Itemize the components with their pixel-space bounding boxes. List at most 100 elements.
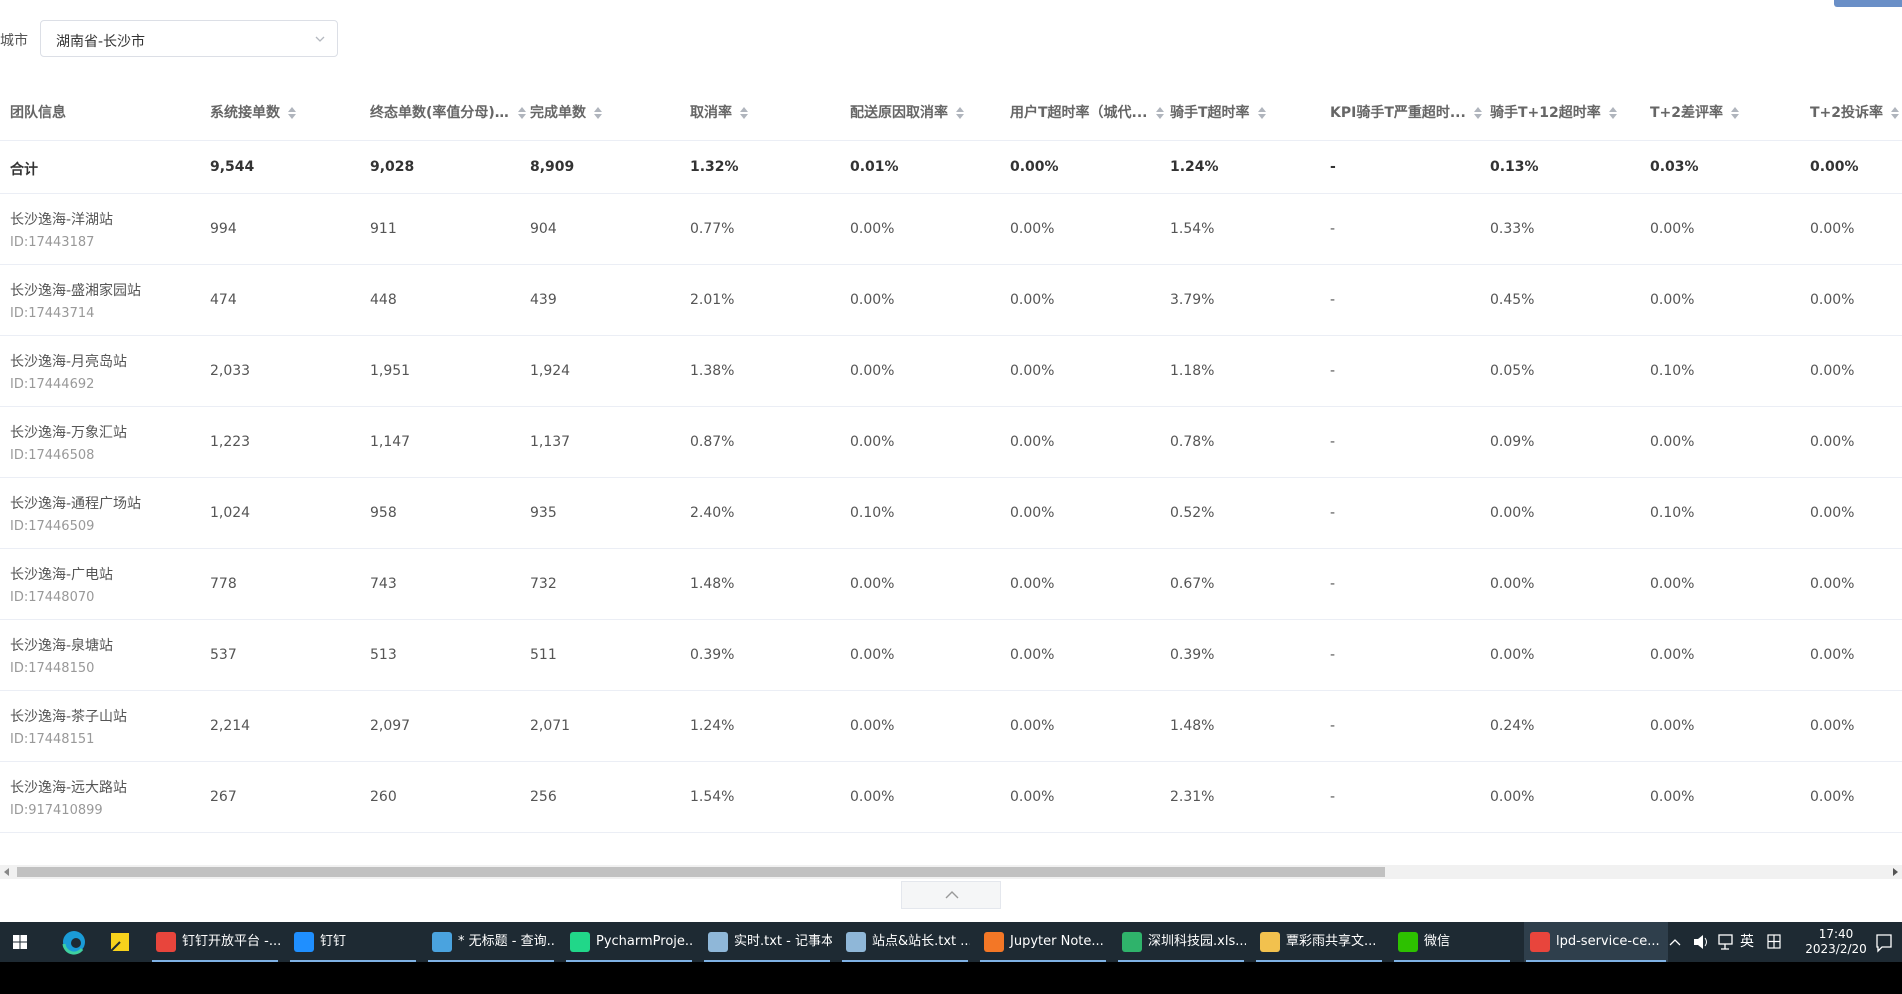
collapse-button[interactable] xyxy=(901,881,1001,909)
table-cell: 0.10% xyxy=(1650,505,1695,521)
table-cell: 0.00% xyxy=(1010,718,1055,734)
table-cell: 0.00% xyxy=(1010,505,1055,521)
horizontal-scrollbar[interactable] xyxy=(0,865,1902,879)
table-cell: 0.39% xyxy=(1170,647,1215,663)
network-icon[interactable] xyxy=(1717,922,1735,962)
table-cell: 0.00% xyxy=(850,434,895,450)
sort-icon[interactable] xyxy=(1257,107,1266,119)
table-cell: 0.00% xyxy=(1650,718,1695,734)
sort-icon[interactable] xyxy=(1608,107,1617,119)
taskbar-app-button[interactable]: lpd-service-ce... xyxy=(1524,922,1668,962)
table-cell: - xyxy=(1330,789,1336,805)
table-cell: 911 xyxy=(370,221,397,237)
table-cell: 1.24% xyxy=(690,718,735,734)
taskbar-app-button[interactable]: 深圳科技园.xls... xyxy=(1116,922,1246,962)
sort-icon[interactable] xyxy=(1891,107,1900,119)
column-header[interactable]: 完成单数 xyxy=(530,86,602,140)
team-name: 长沙逸海-远大路站 xyxy=(10,780,128,796)
city-select[interactable]: 湖南省-长沙市 xyxy=(40,20,338,57)
taskbar-app-button[interactable]: 微信 xyxy=(1392,922,1512,962)
ime-mode-icon[interactable] xyxy=(1766,922,1782,962)
column-header[interactable]: 用户T超时率（城代... xyxy=(1010,86,1164,140)
column-header-label: T+2差评率 xyxy=(1650,105,1724,121)
team-name: 长沙逸海-盛湘家园站 xyxy=(10,283,142,299)
column-header[interactable]: 终态单数(率值分母)... xyxy=(370,86,526,140)
sort-icon[interactable] xyxy=(740,107,748,119)
column-header-label: 骑手T超时率 xyxy=(1170,105,1250,121)
scrollbar-thumb[interactable] xyxy=(17,867,1385,877)
taskbar-app-button[interactable]: * 无标题 - 查询... xyxy=(426,922,556,962)
total-cell: 0.01% xyxy=(850,159,899,175)
table-cell: 0.00% xyxy=(1010,789,1055,805)
column-header[interactable]: 骑手T+12超时率 xyxy=(1490,86,1617,140)
screen-bottom-strip xyxy=(0,962,1902,994)
ime-language-indicator[interactable]: 英 xyxy=(1740,922,1754,962)
table-cell: 2,214 xyxy=(210,718,251,734)
table-cell: 0.00% xyxy=(1650,221,1695,237)
table-cell: 0.00% xyxy=(1010,363,1055,379)
table-cell: 2,097 xyxy=(370,718,411,734)
table-cell: 1.38% xyxy=(690,363,735,379)
sort-icon[interactable] xyxy=(288,107,296,119)
table-cell: 1.54% xyxy=(690,789,735,805)
column-header[interactable]: 取消率 xyxy=(690,86,748,140)
column-header[interactable]: T+2差评率 xyxy=(1650,86,1740,140)
taskbar-app-button[interactable]: PycharmProje... xyxy=(564,922,694,962)
sticky-notes-icon[interactable] xyxy=(100,922,140,962)
tray-chevron-up-icon[interactable] xyxy=(1668,922,1682,962)
column-header[interactable]: 系统接单数 xyxy=(210,86,296,140)
table-cell: 513 xyxy=(370,647,397,663)
table-cell: 0.87% xyxy=(690,434,735,450)
table-cell: 0.00% xyxy=(1810,221,1855,237)
taskbar-app-label: 实时.txt - 记事本 xyxy=(734,934,832,949)
sort-icon[interactable] xyxy=(594,107,602,119)
table-cell: - xyxy=(1330,221,1336,237)
table-cell: 0.00% xyxy=(1010,576,1055,592)
taskbar-app-button[interactable]: 钉钉开放平台 -... xyxy=(150,922,280,962)
table-cell: 0.00% xyxy=(1810,576,1855,592)
table-cell: 0.00% xyxy=(850,647,895,663)
sort-icon[interactable] xyxy=(518,107,526,119)
column-header-label: 完成单数 xyxy=(530,105,586,121)
column-header-label: 骑手T+12超时率 xyxy=(1490,105,1601,121)
column-header[interactable]: KPI骑手T严重超时... xyxy=(1330,86,1482,140)
system-clock[interactable]: 17:40 2023/2/20 xyxy=(1796,927,1876,957)
taskbar-app-button[interactable]: 实时.txt - 记事本 xyxy=(702,922,832,962)
table-cell: 0.00% xyxy=(1810,292,1855,308)
table-cell: 0.00% xyxy=(850,292,895,308)
column-header[interactable]: 配送原因取消率 xyxy=(850,86,964,140)
scroll-right-icon[interactable] xyxy=(1893,868,1898,876)
sort-icon[interactable] xyxy=(956,107,964,119)
chrome-icon xyxy=(156,932,176,952)
taskbar-app-button[interactable]: 覃彩雨共享文... xyxy=(1254,922,1384,962)
notification-icon[interactable] xyxy=(1874,922,1894,962)
spreadsheet-icon xyxy=(1122,932,1142,952)
table-cell: 0.77% xyxy=(690,221,735,237)
table-cell: 2,071 xyxy=(530,718,571,734)
column-header[interactable]: 骑手T超时率 xyxy=(1170,86,1266,140)
table-row: 长沙逸海-泉塘站 ID:17448150 537 513 511 0.39% 0.00% 0.… xyxy=(0,620,1902,691)
chrome-icon xyxy=(1530,932,1550,952)
team-id: ID:17444692 xyxy=(10,377,95,392)
table-cell: 958 xyxy=(370,505,397,521)
column-header-label: 取消率 xyxy=(690,105,732,121)
scroll-left-icon[interactable] xyxy=(4,868,9,876)
sort-icon[interactable] xyxy=(1473,107,1482,119)
team-name: 长沙逸海-茶子山站 xyxy=(10,709,128,725)
table-cell: 0.00% xyxy=(1010,434,1055,450)
sort-icon[interactable] xyxy=(1731,107,1740,119)
table-cell: 0.00% xyxy=(1490,647,1535,663)
volume-icon[interactable] xyxy=(1692,922,1710,962)
taskbar-app-button[interactable]: 站点&站长.txt ... xyxy=(840,922,970,962)
team-id: ID:17448070 xyxy=(10,590,95,605)
top-right-button[interactable] xyxy=(1834,0,1902,7)
windows-start-icon[interactable] xyxy=(0,922,40,962)
table-cell: 0.00% xyxy=(1650,576,1695,592)
team-info-cell: 长沙逸海-月亮岛站 ID:17444692 xyxy=(10,351,127,392)
sort-icon[interactable] xyxy=(1155,107,1164,119)
taskbar-app-label: 覃彩雨共享文... xyxy=(1286,934,1377,949)
taskbar-app-button[interactable]: Jupyter Note... xyxy=(978,922,1108,962)
taskbar-app-button[interactable]: 钉钉 xyxy=(288,922,418,962)
column-header[interactable]: T+2投诉率 xyxy=(1810,86,1900,140)
edge-icon[interactable] xyxy=(54,922,94,962)
